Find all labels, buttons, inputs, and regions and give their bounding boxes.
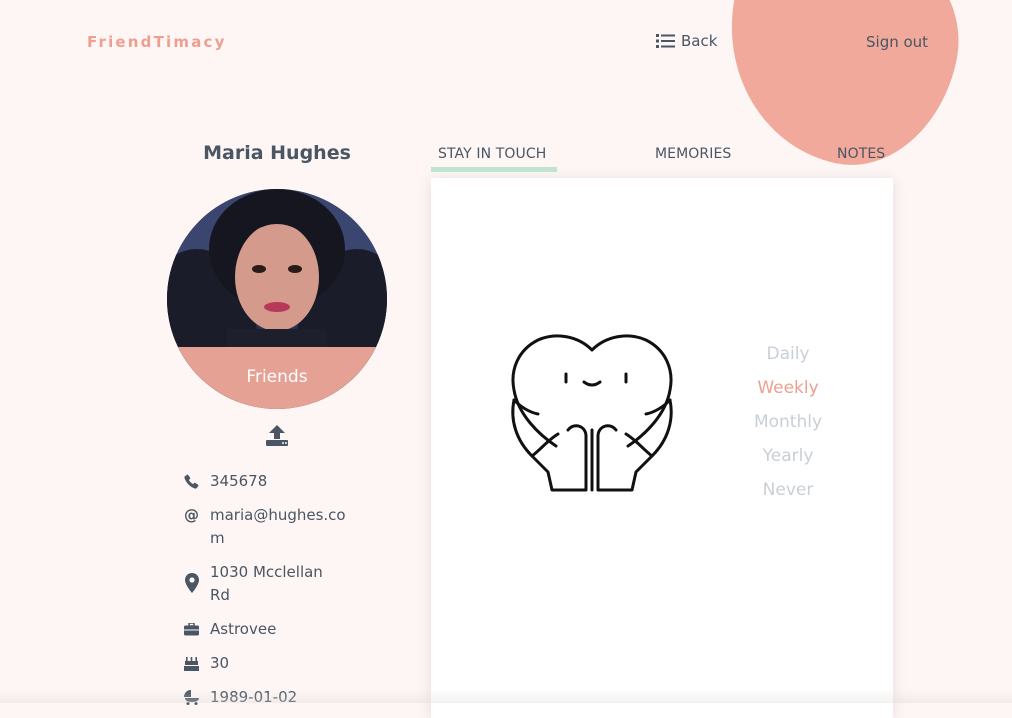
tab-bar: STAY IN TOUCH MEMORIES NOTES [431, 140, 893, 173]
birthday-cake-icon [183, 652, 200, 675]
phone-icon [183, 470, 200, 493]
frequency-option-weekly[interactable]: Weekly [738, 371, 838, 405]
email-value[interactable]: maria@hughes.com [210, 504, 358, 550]
upload-icon [266, 425, 288, 446]
age-value[interactable]: 30 [210, 652, 358, 675]
frequency-option-yearly[interactable]: Yearly [738, 439, 838, 473]
detail-phone: 345678 [183, 470, 358, 493]
list-icon [656, 34, 675, 48]
tab-notes[interactable]: NOTES [837, 146, 885, 162]
at-icon: @ [184, 506, 199, 524]
bottom-shadow [0, 689, 1012, 703]
phone-value[interactable]: 345678 [210, 470, 358, 493]
avatar: Friends [167, 189, 387, 409]
detail-address: 1030 Mcclellan Rd [183, 561, 330, 607]
tab-memories[interactable]: MEMORIES [655, 146, 731, 162]
contact-name: Maria Hughes [203, 142, 351, 164]
company-value[interactable]: Astrovee [210, 618, 358, 641]
detail-email: @ maria@hughes.com [183, 504, 358, 550]
active-tab-indicator [431, 167, 557, 172]
upload-photo-button[interactable] [266, 424, 288, 450]
frequency-selector: Daily Weekly Monthly Yearly Never [738, 337, 838, 507]
tab-stay-in-touch[interactable]: STAY IN TOUCH [438, 146, 546, 162]
frequency-option-never[interactable]: Never [738, 473, 838, 507]
frequency-option-daily[interactable]: Daily [738, 337, 838, 371]
map-marker-icon [183, 561, 200, 593]
detail-company: Astrovee [183, 618, 358, 641]
frequency-option-monthly[interactable]: Monthly [738, 405, 838, 439]
detail-age: 30 [183, 652, 358, 675]
briefcase-icon [183, 618, 200, 641]
heart-hands-illustration [508, 330, 676, 499]
relationship-label[interactable]: Friends [167, 347, 387, 409]
sign-out-button[interactable]: Sign out [866, 33, 928, 51]
back-button[interactable]: Back [656, 32, 717, 50]
back-label: Back [681, 32, 718, 50]
brand-logo[interactable]: FriendTimacy [87, 33, 227, 51]
address-value[interactable]: 1030 Mcclellan Rd [210, 561, 330, 607]
